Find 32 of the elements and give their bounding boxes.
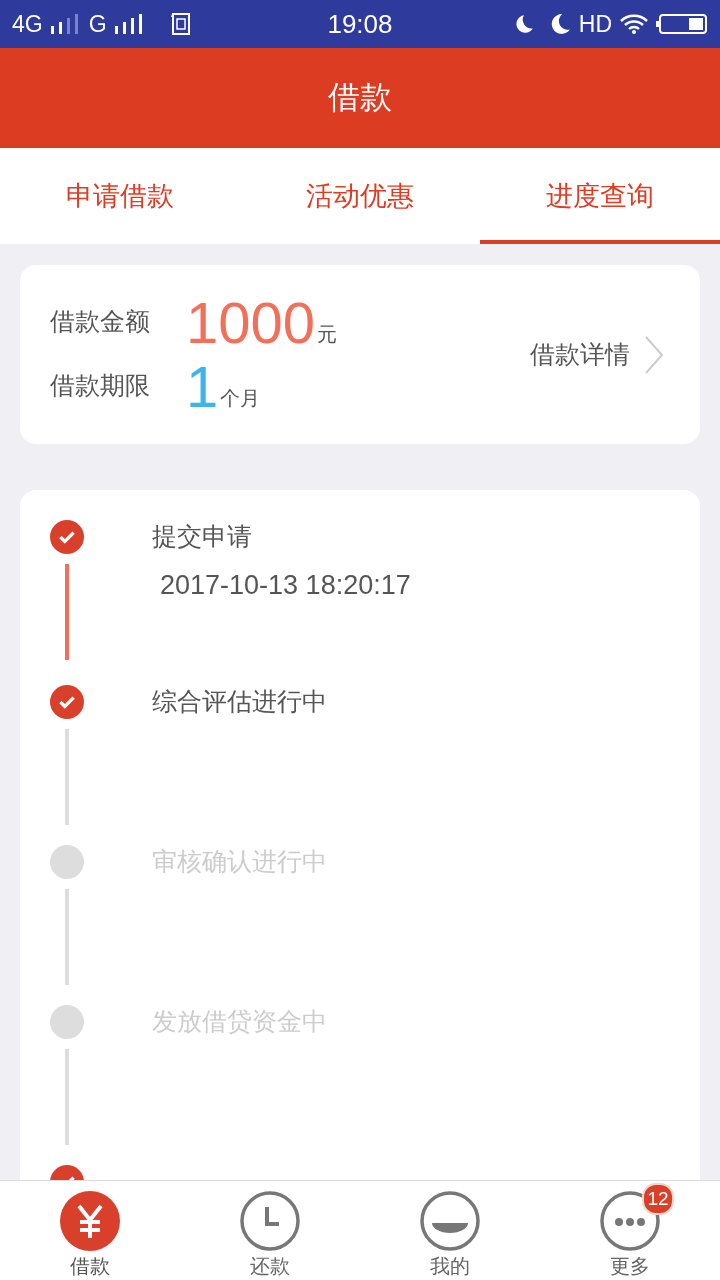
hd-label: HD [578,10,612,38]
tab[interactable]: 活动优惠 [240,148,480,244]
field-label: 借款金额 [50,305,151,338]
step-title: 综合评估进行中 [152,686,327,718]
network-label: 4G [12,10,43,38]
unit-label: 个月 [220,384,261,412]
nav-item[interactable]: 借款 [0,1181,180,1280]
network-label: G [88,10,107,38]
notification-badge: 12 [642,1183,674,1215]
wifi-icon [620,13,648,35]
step-time: 2017-10-13 18:20:17 [160,570,411,601]
battery-icon [656,14,708,34]
tab[interactable]: 进度查询 [480,148,720,244]
sim-card-icon [170,13,191,35]
nav-item[interactable]: 12 更多 [540,1181,720,1280]
unit-label: 元 [317,320,338,348]
signal-icon [50,14,81,34]
nav-item[interactable]: 还款 [180,1181,360,1280]
chevron-right-icon [644,334,664,375]
page-title: 借款 [328,77,392,118]
yen-icon [60,1191,120,1251]
nav-item[interactable]: 我的 [360,1181,540,1280]
clock-time: 19:08 [326,8,394,40]
loan-details-link[interactable]: 借款详情 [530,334,664,375]
loan-term: 1 [186,357,219,416]
field-label: 借款期限 [50,369,151,402]
smile-icon [420,1191,480,1251]
clock-icon [240,1191,300,1251]
signal-icon [114,14,145,34]
loan-amount: 1000 [186,293,316,352]
step-title: 提交申请 [152,521,253,553]
tab[interactable]: 申请借款 [0,148,240,244]
